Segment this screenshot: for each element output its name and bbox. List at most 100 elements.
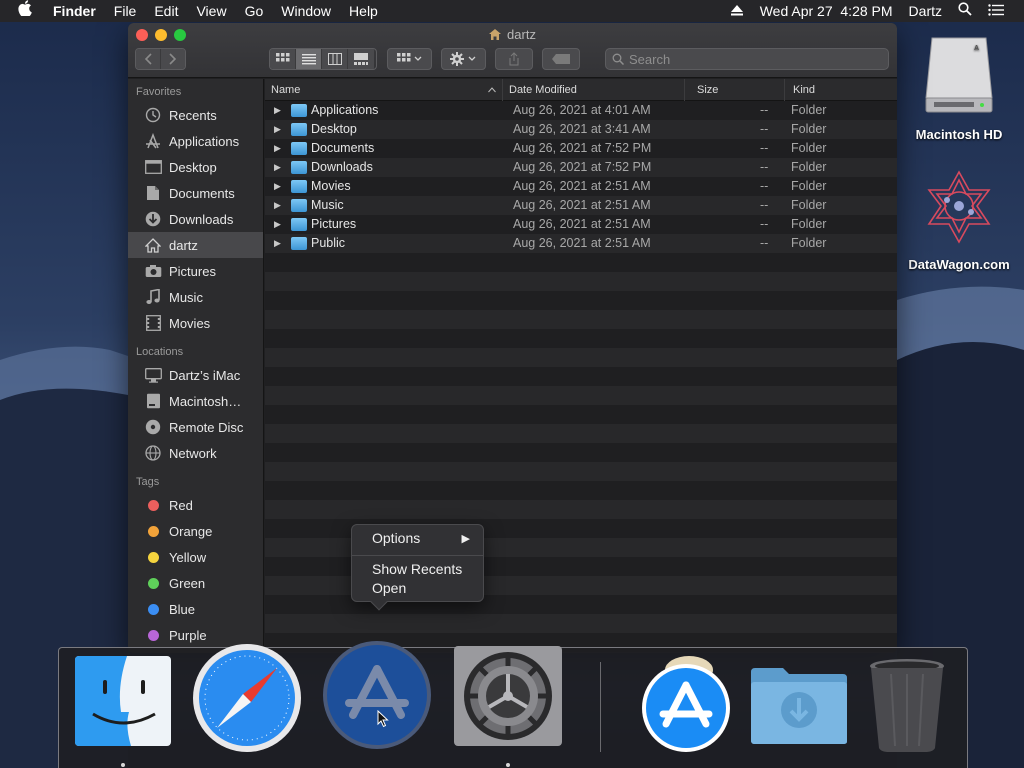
file-row-desktop[interactable]: ▶ Desktop Aug 26, 2021 at 3:41 AM -- Fol…	[265, 120, 897, 139]
sidebar-item-dartz[interactable]: dartz	[128, 232, 263, 258]
file-kind: Folder	[791, 217, 827, 231]
disclosure-triangle-icon[interactable]: ▶	[274, 120, 281, 139]
forward-button[interactable]	[160, 49, 185, 69]
sidebar-item-network[interactable]: Network	[128, 440, 263, 466]
desktop-icon-macintosh-hd[interactable]: A Macintosh HD	[904, 32, 1014, 142]
sidebar-item-recents[interactable]: Recents	[128, 102, 263, 128]
gallery-view-button[interactable]	[348, 49, 374, 69]
dock-item-safari[interactable]	[191, 642, 303, 759]
sidebar-item-label: Red	[169, 497, 193, 513]
folder-icon	[291, 199, 307, 212]
desktop-icon-datawagon[interactable]: DataWagon.com	[904, 168, 1014, 272]
menu-help[interactable]: Help	[340, 0, 387, 22]
dock-item-system-preferences[interactable]	[454, 646, 562, 751]
edit-tags-button[interactable]	[542, 48, 580, 70]
dock-item-app-store[interactable]	[321, 639, 433, 756]
menu-item-options[interactable]: Options	[372, 530, 472, 546]
dock-item-app-store-2[interactable]	[641, 652, 731, 757]
sidebar-item-label: Network	[169, 445, 217, 461]
sidebar-tag-yellow[interactable]: Yellow	[128, 544, 263, 570]
sidebar-tag-blue[interactable]: Blue	[128, 596, 263, 622]
sidebar-item-label: Documents	[169, 185, 235, 201]
column-header-name[interactable]: Name	[265, 79, 503, 101]
eject-icon[interactable]	[722, 0, 752, 22]
column-header-date[interactable]: Date Modified	[503, 79, 685, 101]
disclosure-triangle-icon[interactable]: ▶	[274, 234, 281, 253]
file-row-applications[interactable]: ▶ Applications Aug 26, 2021 at 4:01 AM -…	[265, 101, 897, 120]
menu-item-options-label: Options	[372, 530, 421, 546]
file-size: --	[760, 160, 769, 174]
app-store-icon	[642, 656, 730, 752]
sidebar-item-documents[interactable]: Documents	[128, 180, 263, 206]
file-row-music[interactable]: ▶ Music Aug 26, 2021 at 2:51 AM -- Folde…	[265, 196, 897, 215]
disclosure-triangle-icon[interactable]: ▶	[274, 215, 281, 234]
menu-bar: Finder File Edit View Go Window Help Wed…	[0, 0, 1024, 22]
sidebar-item-music[interactable]: Music	[128, 284, 263, 310]
app-menu-finder[interactable]: Finder	[44, 0, 105, 22]
menubar-user[interactable]: Dartz	[901, 0, 950, 22]
gear-icon	[449, 52, 475, 66]
sidebar-item-downloads[interactable]: Downloads	[128, 206, 263, 232]
column-header-kind[interactable]: Kind	[785, 79, 897, 101]
file-kind: Folder	[791, 122, 827, 136]
menu-go[interactable]: Go	[236, 0, 273, 22]
desktop-icon	[144, 158, 162, 176]
column-header-size[interactable]: Size	[685, 79, 785, 101]
disclosure-triangle-icon[interactable]: ▶	[274, 177, 281, 196]
file-date: Aug 26, 2021 at 2:51 AM	[513, 198, 651, 212]
window-title-text: dartz	[507, 27, 536, 42]
file-kind: Folder	[791, 198, 827, 212]
menubar-clock[interactable]: Wed Apr 27 4:28 PM	[752, 0, 901, 22]
sidebar-item-label: Desktop	[169, 159, 217, 175]
column-header-date-label: Date Modified	[509, 84, 577, 96]
search-field[interactable]: Search	[605, 48, 889, 70]
list-view-button[interactable]	[296, 49, 322, 69]
file-row-documents[interactable]: ▶ Documents Aug 26, 2021 at 7:52 PM -- F…	[265, 139, 897, 158]
sidebar-item-imac[interactable]: Dartz’s iMac	[128, 362, 263, 388]
globe-icon	[144, 444, 162, 462]
sidebar-item-applications[interactable]: Applications	[128, 128, 263, 154]
search-icon	[612, 53, 624, 65]
file-kind: Folder	[791, 103, 827, 117]
sidebar-item-pictures[interactable]: Pictures	[128, 258, 263, 284]
dock-item-finder[interactable]	[75, 656, 171, 751]
menu-item-show-recents[interactable]: Show Recents	[372, 561, 462, 577]
disclosure-triangle-icon[interactable]: ▶	[274, 196, 281, 215]
share-button[interactable]	[495, 48, 533, 70]
sidebar-item-desktop[interactable]: Desktop	[128, 154, 263, 180]
disclosure-triangle-icon[interactable]: ▶	[274, 101, 281, 120]
menu-separator	[352, 555, 483, 556]
sidebar-item-label: Music	[169, 289, 203, 305]
sidebar-item-movies[interactable]: Movies	[128, 310, 263, 336]
file-name: Documents	[311, 141, 375, 155]
sidebar-item-remote-disc[interactable]: Remote Disc	[128, 414, 263, 440]
file-date: Aug 26, 2021 at 4:01 AM	[513, 103, 651, 117]
menu-edit[interactable]: Edit	[145, 0, 187, 22]
column-header-row: Name Date Modified Size Kind	[265, 79, 897, 101]
disclosure-triangle-icon[interactable]: ▶	[274, 158, 281, 177]
dock-item-trash[interactable]	[867, 658, 947, 759]
menu-view[interactable]: View	[187, 0, 235, 22]
icon-view-button[interactable]	[270, 49, 296, 69]
sidebar-tag-red[interactable]: Red	[128, 492, 263, 518]
menu-window[interactable]: Window	[272, 0, 340, 22]
disclosure-triangle-icon[interactable]: ▶	[274, 139, 281, 158]
sidebar-item-macintosh-hd[interactable]: Macintosh…	[128, 388, 263, 414]
file-row-movies[interactable]: ▶ Movies Aug 26, 2021 at 2:51 AM -- Fold…	[265, 177, 897, 196]
file-row-downloads[interactable]: ▶ Downloads Aug 26, 2021 at 7:52 PM -- F…	[265, 158, 897, 177]
share-icon	[509, 52, 519, 66]
notification-center-icon[interactable]	[980, 0, 1012, 22]
spotlight-search-icon[interactable]	[950, 0, 980, 22]
back-button[interactable]	[136, 49, 161, 69]
apple-menu-icon[interactable]	[0, 0, 44, 22]
sidebar-tag-orange[interactable]: Orange	[128, 518, 263, 544]
menu-file[interactable]: File	[105, 0, 146, 22]
running-indicator	[506, 763, 510, 767]
group-by-button[interactable]	[387, 48, 432, 70]
file-row-public[interactable]: ▶ Public Aug 26, 2021 at 2:51 AM -- Fold…	[265, 234, 897, 253]
column-view-button[interactable]	[322, 49, 348, 69]
dock-item-downloads-stack[interactable]	[749, 664, 849, 751]
sidebar-tag-green[interactable]: Green	[128, 570, 263, 596]
file-row-pictures[interactable]: ▶ Pictures Aug 26, 2021 at 2:51 AM -- Fo…	[265, 215, 897, 234]
action-menu-button[interactable]	[441, 48, 486, 70]
